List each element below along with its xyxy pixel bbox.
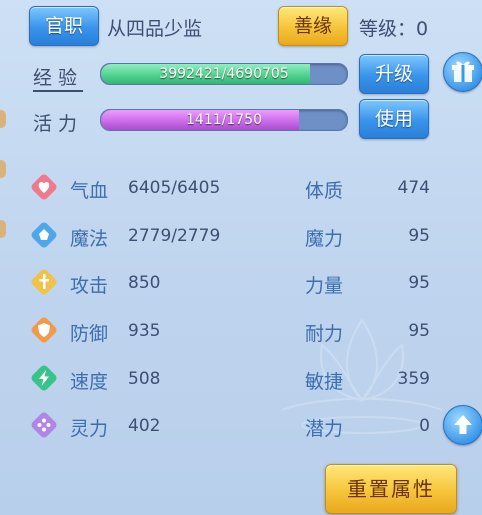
- stat-name: 攻击: [70, 275, 109, 297]
- left-edge-ornament: [0, 110, 8, 250]
- attribute-value: 95: [408, 321, 430, 341]
- stat-name: 气血: [70, 180, 109, 202]
- attribute-name: 潜力: [305, 418, 344, 440]
- attribute-value: 474: [397, 178, 430, 198]
- lotus-watermark-icon: [281, 318, 443, 434]
- stat-value: 935: [128, 321, 161, 341]
- attribute-name: 耐力: [305, 323, 344, 345]
- gift-button[interactable]: [443, 52, 482, 92]
- attribute-name: 力量: [305, 275, 344, 297]
- up-arrow-icon: [454, 415, 472, 434]
- attribute-name: 体质: [305, 180, 344, 202]
- lightning-icon: [31, 365, 57, 391]
- karma-button[interactable]: 善缘: [278, 6, 348, 46]
- stat-name: 防御: [70, 323, 109, 345]
- stat-value: 2779/2779: [128, 226, 221, 246]
- stat-name: 速度: [70, 371, 109, 393]
- add-points-button[interactable]: [443, 405, 482, 445]
- use-button[interactable]: 使用: [359, 99, 429, 139]
- attribute-name: 敏捷: [305, 371, 344, 393]
- level-value: 0: [416, 18, 429, 40]
- experience-bar: 3992421/4690705: [100, 63, 348, 85]
- attribute-value: 95: [408, 226, 430, 246]
- attribute-value: 0: [419, 416, 430, 436]
- stat-value: 402: [128, 416, 161, 436]
- experience-text: 3992421/4690705: [159, 66, 289, 82]
- stat-value: 850: [128, 273, 161, 293]
- reset-attributes-button[interactable]: 重置属性: [325, 464, 457, 514]
- stat-name: 灵力: [70, 418, 109, 440]
- magic-icon: [31, 222, 57, 248]
- spirit-icon: [31, 412, 57, 438]
- heart-icon: [31, 174, 57, 200]
- vitality-label: 活力: [33, 113, 84, 135]
- attribute-value: 95: [408, 273, 430, 293]
- attribute-name: 魔力: [305, 228, 344, 250]
- vitality-bar: 1411/1750: [100, 109, 348, 131]
- vitality-text: 1411/1750: [186, 112, 262, 128]
- gift-icon: [452, 61, 474, 82]
- level-label: 等级：: [359, 18, 417, 40]
- stat-value: 508: [128, 369, 161, 389]
- official-rank-text: 从四品少监: [107, 18, 203, 40]
- sword-icon: [31, 269, 57, 295]
- official-rank-button[interactable]: 官职: [29, 6, 99, 46]
- shield-icon: [31, 317, 57, 343]
- stat-name: 魔法: [70, 228, 109, 250]
- stat-value: 6405/6405: [128, 178, 221, 198]
- level-display: 等级：0: [359, 14, 428, 41]
- attribute-value: 359: [397, 369, 430, 389]
- upgrade-button[interactable]: 升级: [359, 54, 429, 94]
- character-stats-panel: 官职 从四品少监 善缘 等级：0 经验 3992421/4690705 升级 活…: [0, 0, 482, 515]
- experience-label: 经验: [33, 63, 84, 92]
